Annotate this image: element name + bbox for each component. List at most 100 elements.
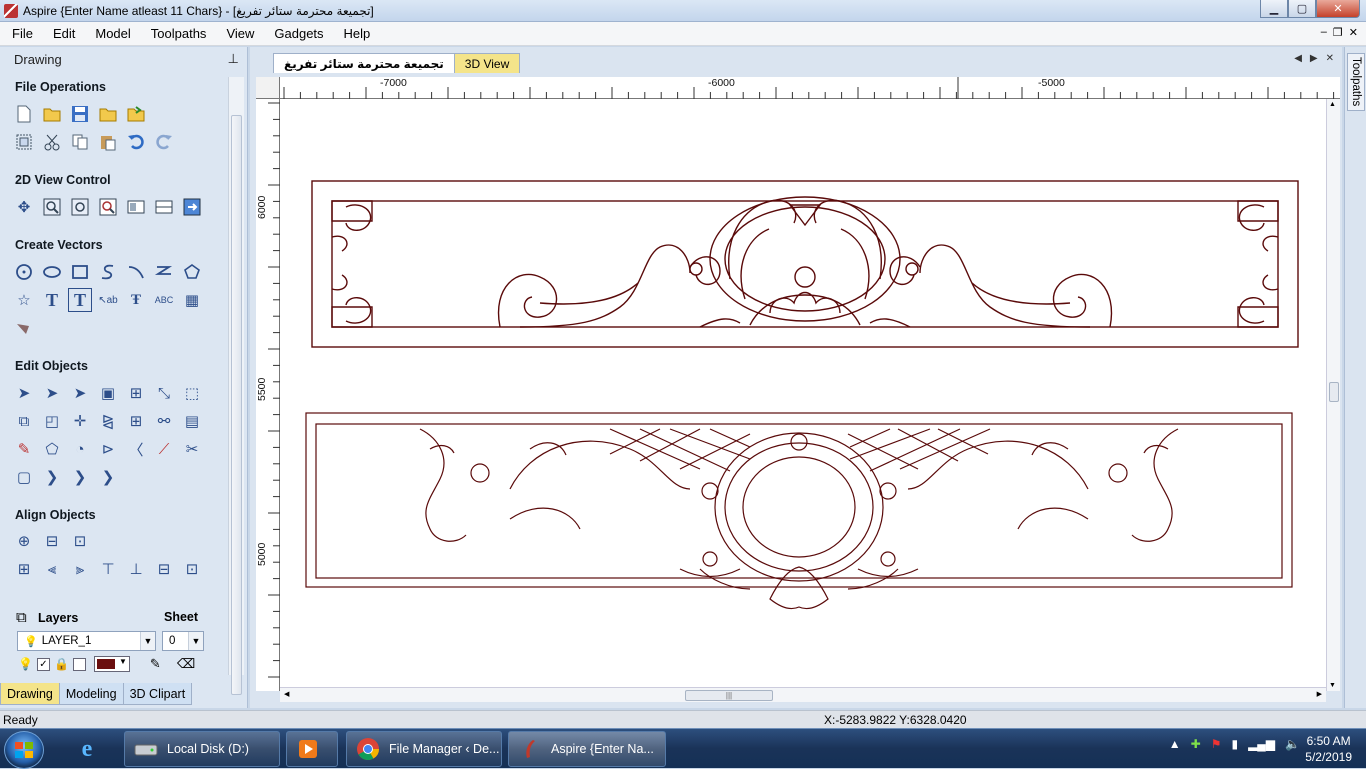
text-icon[interactable]: T (40, 288, 64, 312)
align-top-icon[interactable]: ⊤ (96, 557, 120, 581)
close-doc-icon[interactable]: ✕ (1326, 53, 1334, 64)
ungroup-icon[interactable]: ⊞ (124, 381, 148, 405)
tab-3d-clipart[interactable]: 3D Clipart (122, 683, 193, 705)
menu-file[interactable]: File (0, 26, 41, 41)
group-icon[interactable]: ▣ (96, 381, 120, 405)
vertical-scroll-thumb[interactable] (1329, 382, 1339, 402)
import-vectors-icon[interactable] (124, 102, 148, 126)
zoom-material-icon[interactable] (96, 195, 120, 219)
paste-icon[interactable] (96, 130, 120, 154)
nesting-icon[interactable]: ▤ (180, 409, 204, 433)
device-icon[interactable]: ▮ (1231, 737, 1238, 751)
rectangle-icon[interactable] (68, 260, 92, 284)
tab-next-icon[interactable]: ▶ (1310, 53, 1318, 64)
split-view-icon[interactable] (152, 195, 176, 219)
import-folder-icon[interactable] (96, 102, 120, 126)
panel-scroll-thumb[interactable] (231, 115, 242, 695)
scroll-up-icon[interactable]: ▲ (1329, 101, 1336, 108)
undo-icon[interactable] (124, 130, 148, 154)
weld-icon[interactable]: ✎ (12, 437, 36, 461)
distribute-horizontal-icon[interactable]: ⊟ (152, 557, 176, 581)
toolpaths-tab[interactable]: Toolpaths (1347, 53, 1365, 111)
canvas-vertical-scrollbar[interactable]: ▲ ▼ (1326, 99, 1340, 691)
align-left-icon[interactable]: ⫷ (40, 557, 64, 581)
array-copy-icon[interactable]: ▦ (180, 288, 204, 312)
fillet-icon[interactable]: ⟋ (152, 437, 176, 461)
join-icon[interactable]: ❯ (40, 465, 64, 489)
align-bottom-icon[interactable]: ⊥ (124, 557, 148, 581)
distribute-vertical-icon[interactable]: ⊡ (180, 557, 204, 581)
show-hidden-icons-icon[interactable]: ▲ (1169, 737, 1181, 751)
interactive-scale-icon[interactable]: ⤡ (152, 381, 176, 405)
save-icon[interactable] (68, 102, 92, 126)
volume-icon[interactable]: 🔈 (1285, 737, 1300, 751)
scroll-left-icon[interactable]: ◀ (284, 690, 289, 698)
clock[interactable]: 6:50 AM 5/2/2019 (1305, 733, 1352, 765)
scroll-down-icon[interactable]: ▼ (1329, 682, 1336, 689)
taskbar-aspire[interactable]: Aspire {Enter Na... (508, 731, 666, 767)
align-material-center-icon[interactable]: ⊞ (12, 557, 36, 581)
arc-text-icon[interactable]: ABC (152, 288, 176, 312)
mdi-close-button[interactable]: ✕ (1349, 26, 1358, 39)
block-copy-icon[interactable]: ⊞ (124, 409, 148, 433)
polygon-icon[interactable] (180, 260, 204, 284)
taskbar-media-player[interactable] (286, 731, 338, 767)
ellipse-icon[interactable] (40, 260, 64, 284)
visible-checkbox[interactable]: ✓ (36, 657, 50, 671)
panel-scrollbar[interactable] (228, 77, 244, 695)
size-icon[interactable]: ◰ (40, 409, 64, 433)
action-center-icon[interactable]: ⚑ (1211, 737, 1222, 751)
offset-icon[interactable]: 〈 (124, 437, 148, 461)
close-button[interactable]: ✕ (1316, 0, 1360, 18)
select-icon[interactable]: ➤ (12, 381, 36, 405)
menu-edit[interactable]: Edit (41, 26, 83, 41)
minimize-button[interactable]: ▁ (1260, 0, 1288, 18)
intersect-icon[interactable]: ◔ (68, 437, 92, 461)
tab-3d-view[interactable]: 3D View (453, 53, 521, 73)
align-horizontal-icon[interactable]: ⊟ (40, 529, 64, 553)
eraser-icon[interactable]: ⌫ (177, 656, 195, 672)
sheet-select[interactable]: 0 ▼ (162, 631, 204, 651)
tab-2d-drawing[interactable]: تجميعة محترمة ستائر تفريغ (273, 53, 455, 73)
subtract-icon[interactable]: ⬠ (40, 437, 64, 461)
trim-icon[interactable]: ⊳ (96, 437, 120, 461)
text-on-curve-icon[interactable]: ↖ab (96, 288, 120, 312)
circle-icon[interactable] (12, 260, 36, 284)
cut-icon[interactable] (40, 130, 64, 154)
horizontal-scroll-thumb[interactable]: ||| (685, 690, 773, 701)
view-toggle-icon[interactable] (124, 195, 148, 219)
redo-icon[interactable] (152, 130, 176, 154)
arc-icon[interactable] (124, 260, 148, 284)
tab-modeling[interactable]: Modeling (58, 683, 124, 705)
job-setup-icon[interactable] (12, 130, 36, 154)
mirror-icon[interactable]: ⧎ (96, 409, 120, 433)
zoom-box-icon[interactable] (40, 195, 64, 219)
maximize-button[interactable]: ▢ (1288, 0, 1316, 18)
dog-bone-icon[interactable] (12, 316, 36, 340)
canvas-horizontal-scrollbar[interactable]: ◀ ||| ▶ (280, 687, 1326, 702)
rotate-icon[interactable]: ✛ (68, 409, 92, 433)
menu-help[interactable]: Help (332, 26, 379, 41)
taskbar-chrome[interactable]: File Manager ‹ De... (346, 731, 502, 767)
smooth-icon[interactable]: ▢ (12, 465, 36, 489)
copy-icon[interactable] (68, 130, 92, 154)
extend-icon[interactable]: ❯ (96, 465, 120, 489)
menu-view[interactable]: View (214, 26, 262, 41)
align-right-icon[interactable]: ⫸ (68, 557, 92, 581)
network-signal-icon[interactable]: ▂▄▆ (1248, 737, 1275, 751)
distort-icon[interactable]: ⬚ (180, 381, 204, 405)
pan-icon[interactable]: ✥ (12, 195, 36, 219)
taskbar-local-disk[interactable]: Local Disk (D:) (124, 731, 280, 767)
tab-prev-icon[interactable]: ◀ (1294, 53, 1302, 64)
zoom-extents-icon[interactable] (68, 195, 92, 219)
step-repeat-icon[interactable]: ⚯ (152, 409, 176, 433)
pin-icon[interactable]: ⊥ (228, 51, 239, 67)
node-edit-icon[interactable]: ➤ (40, 381, 64, 405)
curve-icon[interactable] (152, 260, 176, 284)
tab-drawing[interactable]: Drawing (0, 683, 60, 705)
align-vertical-icon[interactable]: ⊡ (68, 529, 92, 553)
scroll-right-icon[interactable]: ▶ (1317, 690, 1322, 698)
layer-select[interactable]: 💡 LAYER_1 ▼ (17, 631, 156, 651)
close-vector-icon[interactable]: ❯ (68, 465, 92, 489)
menu-gadgets[interactable]: Gadgets (262, 26, 331, 41)
